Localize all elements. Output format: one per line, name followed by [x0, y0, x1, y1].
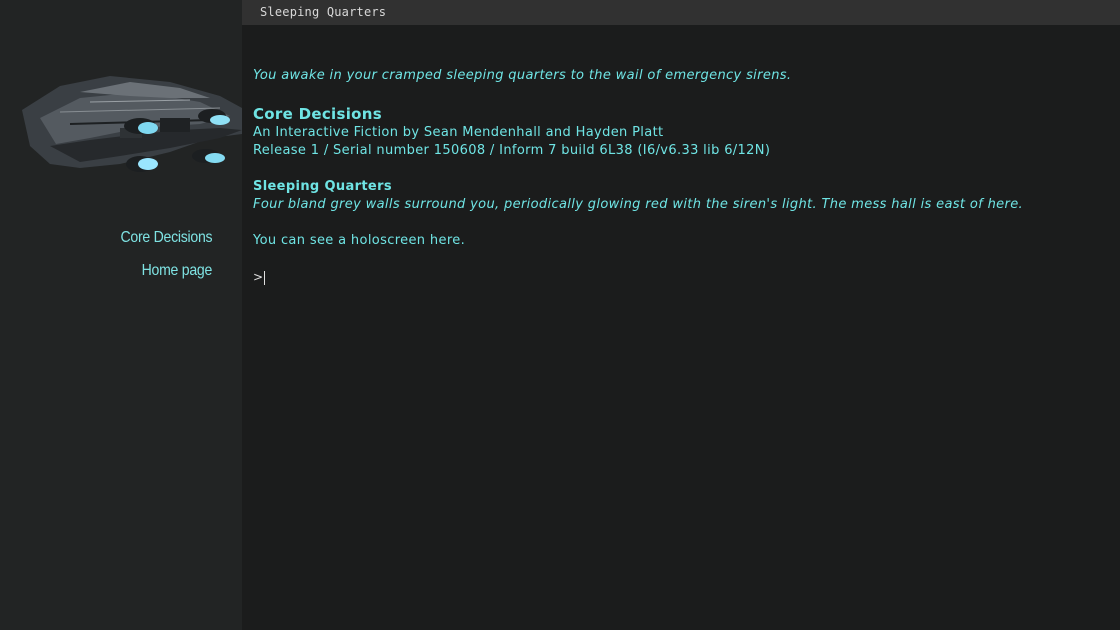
game-title: Core Decisions	[253, 105, 382, 123]
sidebar: Core Decisions Home page	[0, 0, 242, 630]
command-prompt: >	[253, 270, 264, 284]
transcript-window: You awake in your cramped sleeping quart…	[242, 25, 1120, 630]
intro-text: You awake in your cramped sleeping quart…	[253, 68, 792, 83]
sidebar-link-home-page[interactable]: Home page	[142, 262, 213, 280]
release-text: Release 1 / Serial number 150608 / Infor…	[253, 143, 771, 158]
room-description: Four bland grey walls surround you, peri…	[253, 197, 1024, 212]
spaceship-image	[22, 76, 242, 172]
objects-text: You can see a holoscreen here.	[253, 233, 466, 248]
status-location: Sleeping Quarters	[260, 5, 387, 19]
command-line[interactable]: >	[253, 270, 266, 285]
sidebar-link-core-decisions[interactable]: Core Decisions	[120, 229, 212, 247]
room-name: Sleeping Quarters	[253, 179, 392, 194]
byline-text: An Interactive Fiction by Sean Mendenhal…	[253, 125, 664, 140]
status-bar: Sleeping Quarters	[242, 0, 1120, 25]
text-cursor	[264, 270, 266, 285]
